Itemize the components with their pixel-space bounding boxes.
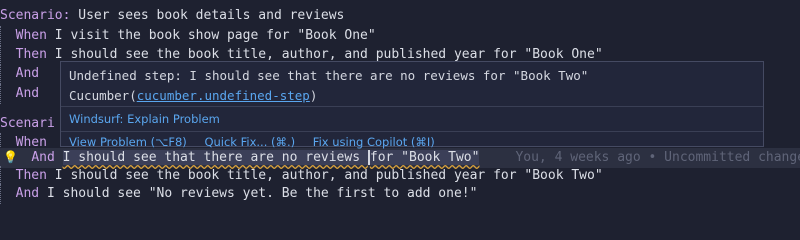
keyword: And [15, 186, 40, 201]
code-line[interactable]: Then I should see the book title, author… [0, 166, 800, 186]
quick-fix-button[interactable]: Quick Fix... (⌘.) [204, 135, 295, 149]
step-text: I should see "No reviews yet. Be the fir… [39, 186, 478, 201]
view-problem-button[interactable]: View Problem (⌥F8) [69, 135, 187, 149]
problem-hover-widget: Undefined step: I should see that there … [60, 61, 764, 149]
keyword: And [31, 150, 55, 165]
problem-message: Undefined step: I should see that there … [61, 62, 763, 106]
code-line[interactable]: Scenario: User sees book details and rev… [0, 6, 800, 26]
keyword: Scenari [0, 116, 55, 131]
hover-actions: View Problem (⌥F8) Quick Fix... (⌘.) Fix… [61, 132, 763, 152]
step-text: I should see the book title, author, and… [46, 47, 603, 62]
step-text: I visit the book show page for "Book One… [46, 28, 376, 43]
step-text: I should see the book title, author, and… [46, 168, 603, 183]
problem-message-end: ) [309, 88, 318, 103]
keyword: And [15, 66, 40, 81]
rule-link[interactable]: cucumber.undefined-step [137, 88, 310, 103]
keyword: And [15, 86, 40, 101]
lightbulb-icon[interactable]: 💡 [3, 150, 18, 164]
keyword: Then [15, 47, 47, 62]
git-blame-annotation: You, 4 weeks ago • Uncommitted changes [515, 150, 800, 165]
fix-with-copilot-button[interactable]: Fix using Copilot (⌘I) [313, 135, 435, 149]
explain-problem-link[interactable]: Windsurf: Explain Problem [61, 107, 763, 131]
undefined-step-text[interactable]: I should see that there are no reviews [62, 150, 368, 165]
code-line[interactable]: When I visit the book show page for "Boo… [0, 26, 800, 46]
keyword: When [15, 28, 47, 43]
undefined-step-text-end[interactable]: for "Book Two" [369, 150, 480, 165]
keyword: Scenario: [0, 8, 71, 23]
keyword: Then [15, 168, 47, 183]
code-line[interactable]: And I should see "No reviews yet. Be the… [0, 184, 800, 204]
step-text: User sees book details and reviews [70, 8, 345, 23]
